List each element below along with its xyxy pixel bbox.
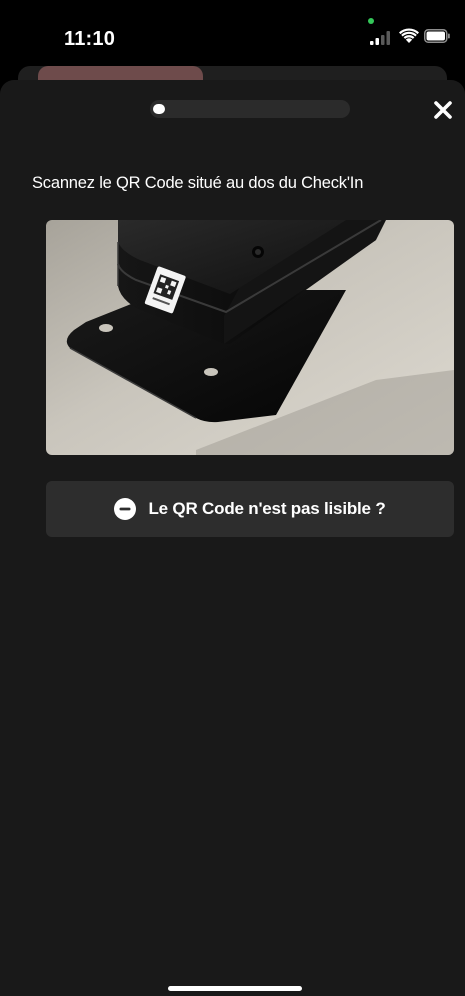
screen: 11:10 Scannez le QR Code situé au dos du… xyxy=(0,0,465,996)
device-illustration xyxy=(46,220,454,455)
qr-not-readable-button[interactable]: Le QR Code n'est pas lisible ? xyxy=(46,481,454,537)
status-time: 11:10 xyxy=(64,28,116,50)
battery-icon xyxy=(424,29,450,43)
mic-indicator-dot xyxy=(368,18,374,24)
wifi-icon xyxy=(399,28,419,43)
device-photo xyxy=(46,220,454,455)
close-button[interactable] xyxy=(430,97,456,123)
progress-bar-fill xyxy=(153,104,165,114)
home-indicator[interactable] xyxy=(168,986,302,991)
instruction-text: Scannez le QR Code situé au dos du Check… xyxy=(32,174,364,192)
cellular-signal-icon xyxy=(370,31,390,45)
close-icon xyxy=(434,101,452,119)
qr-not-readable-label: Le QR Code n'est pas lisible ? xyxy=(148,499,386,518)
modal-sheet: Scannez le QR Code situé au dos du Check… xyxy=(0,80,465,996)
minus-circle-icon xyxy=(114,498,137,520)
status-bar: 11:10 xyxy=(0,0,465,70)
progress-bar xyxy=(150,100,350,118)
